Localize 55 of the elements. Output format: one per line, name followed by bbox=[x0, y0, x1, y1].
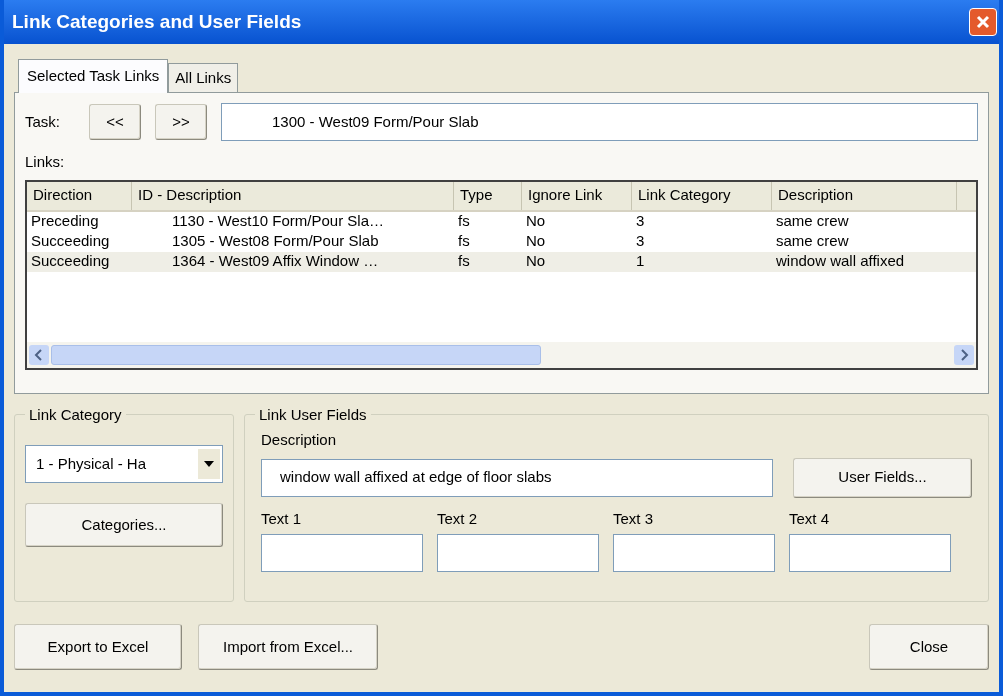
table-cell-text: Succeeding bbox=[30, 251, 111, 272]
scroll-right-icon[interactable] bbox=[954, 344, 974, 365]
close-icon bbox=[976, 15, 990, 29]
close-button[interactable] bbox=[969, 8, 997, 36]
close-dialog-button[interactable]: Close bbox=[869, 624, 989, 670]
text-label: Text 2 bbox=[437, 508, 479, 529]
table-cell-text: same crew bbox=[775, 231, 850, 252]
window-title: Link Categories and User Fields bbox=[12, 9, 302, 34]
column-header[interactable]: ID - Description bbox=[132, 181, 454, 210]
table-cell-text: Preceding bbox=[30, 211, 100, 232]
tab[interactable]: Selected Task Links bbox=[18, 59, 169, 93]
import-button[interactable]: Import from Excel... bbox=[198, 624, 378, 670]
table-cell-text: No bbox=[525, 231, 547, 252]
table-cell-text: 3 bbox=[635, 231, 646, 252]
text-label: Text 3 bbox=[613, 508, 655, 529]
scroll-left-icon[interactable] bbox=[29, 344, 49, 365]
table-cell-text: 1305 - West08 Form/Pour Slab bbox=[171, 231, 380, 252]
column-header[interactable]: Type bbox=[454, 181, 522, 210]
table-cell-text: window wall affixed bbox=[775, 251, 906, 272]
column-header[interactable]: Link Category bbox=[632, 181, 772, 210]
table-cell-text: Succeeding bbox=[30, 231, 111, 252]
text-field[interactable] bbox=[261, 534, 423, 572]
table-cell-text: No bbox=[525, 251, 547, 272]
text-label: Text 4 bbox=[789, 508, 831, 529]
user-fields-button[interactable]: User Fields... bbox=[793, 457, 972, 498]
text-field[interactable] bbox=[613, 534, 775, 572]
previous-button[interactable]: << bbox=[89, 104, 141, 140]
description-label: Description bbox=[261, 430, 338, 450]
table-cell-text: same crew bbox=[775, 211, 850, 232]
table-cell-text: 3 bbox=[635, 211, 646, 232]
export-button[interactable]: Export to Excel bbox=[14, 624, 182, 670]
text-field[interactable] bbox=[789, 534, 951, 572]
column-header[interactable]: Ignore Link bbox=[522, 181, 632, 210]
column-header[interactable]: Description bbox=[772, 181, 957, 210]
table-cell-text: fs bbox=[457, 211, 471, 232]
horizontal-scrollbar[interactable] bbox=[27, 341, 976, 368]
table-cell-text: fs bbox=[457, 251, 471, 272]
text-label: Text 1 bbox=[261, 508, 303, 529]
scroll-thumb[interactable] bbox=[51, 344, 541, 365]
column-header[interactable]: Direction bbox=[27, 181, 132, 210]
links-label: Links: bbox=[25, 152, 66, 172]
table-cell-text: fs bbox=[457, 231, 471, 252]
table-cell-text: 1130 - West10 Form/Pour Sla… bbox=[171, 211, 386, 232]
task-field[interactable]: 1300 - West09 Form/Pour Slab bbox=[221, 103, 978, 141]
category-dropdown[interactable]: 1 - Physical - Ha bbox=[25, 445, 223, 483]
table-row[interactable]: Succeeding 1364 - West09 Affix Window … fs No 1 window wall affixed bbox=[27, 251, 976, 272]
table-cell-text: No bbox=[525, 211, 547, 232]
task-label: Task: bbox=[25, 111, 61, 132]
description-field[interactable]: window wall affixed at edge of floor slabs bbox=[261, 458, 773, 497]
text-field[interactable] bbox=[437, 534, 599, 572]
tab[interactable]: All Links bbox=[168, 63, 239, 92]
categories-button[interactable]: Categories... bbox=[25, 503, 223, 547]
table-cell-text: 1364 - West09 Affix Window … bbox=[171, 251, 380, 272]
table-cell-text: 1 bbox=[635, 251, 646, 272]
next-button[interactable]: >> bbox=[155, 104, 207, 140]
